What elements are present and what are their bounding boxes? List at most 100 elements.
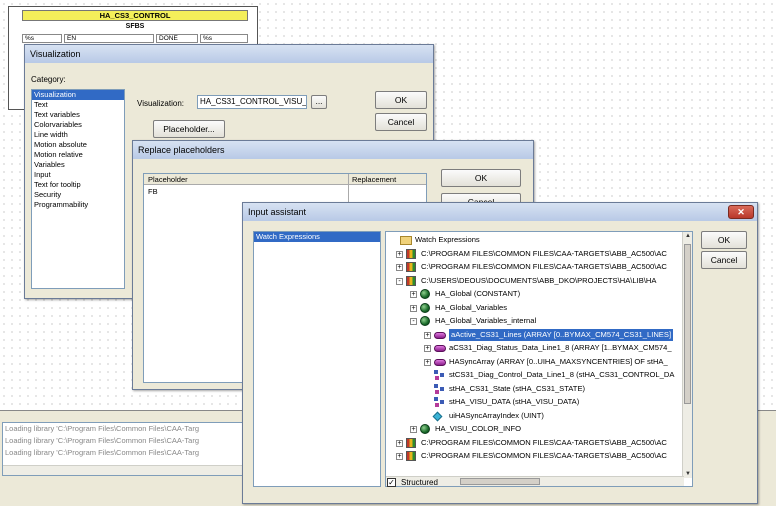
placeholder-cell[interactable]: FB xyxy=(148,187,158,196)
placeholder-button[interactable]: Placeholder... xyxy=(153,120,225,138)
input-assistant-cancel-button[interactable]: Cancel xyxy=(701,251,747,269)
array-icon xyxy=(434,331,446,339)
visualization-name-field[interactable]: HA_CS31_CONTROL_VISU_ xyxy=(197,95,307,109)
message-line: Loading library 'C:\Program Files\Common… xyxy=(5,424,199,433)
tree-item-label: aCS31_Diag_Status_Data_Line1_8 (ARRAY [1… xyxy=(449,343,672,352)
tree-item-label: stHA_CS31_State (stHA_CS31_STATE) xyxy=(449,383,586,393)
category-list-left[interactable]: Watch Expressions xyxy=(253,231,381,487)
category-label: Category: xyxy=(31,75,66,84)
function-block-subtitle: SFBS xyxy=(125,23,145,30)
expand-icon[interactable]: + xyxy=(424,331,431,339)
library-book-icon xyxy=(406,275,416,286)
tree-item-label: Watch Expressions xyxy=(415,235,480,244)
fb-cell-en: EN xyxy=(64,34,154,43)
browse-button[interactable]: ... xyxy=(311,95,327,109)
tree-vscrollbar[interactable]: ▲ ▼ xyxy=(682,232,692,478)
category-item[interactable]: Colorvariables xyxy=(32,120,124,130)
replace-ok-button[interactable]: OK xyxy=(441,169,521,187)
tree-item[interactable]: uiHASyncArrayIndex (UINT) xyxy=(386,410,682,423)
tree-hscroll-thumb[interactable] xyxy=(460,478,540,485)
structured-checkbox[interactable]: ✓ xyxy=(387,478,396,487)
tree-item-label: stCS31_Diag_Control_Data_Line1_8 (stHA_C… xyxy=(449,370,675,379)
tree-item-label: C:\PROGRAM FILES\COMMON FILES\CAA-TARGET… xyxy=(421,248,667,258)
folder-icon xyxy=(400,236,412,245)
message-log-hscrollbar[interactable] xyxy=(3,465,251,475)
expand-icon[interactable]: + xyxy=(410,426,417,433)
expand-icon[interactable]: + xyxy=(396,250,403,258)
library-book-icon xyxy=(406,248,416,259)
visualization-cancel-button[interactable]: Cancel xyxy=(375,113,427,131)
tree-item[interactable]: stHA_CS31_State (stHA_CS31_STATE) xyxy=(386,383,682,396)
col-replacement-header[interactable]: Replacement xyxy=(352,175,396,184)
watch-expressions-item[interactable]: Watch Expressions xyxy=(254,232,380,242)
category-item[interactable]: Motion relative xyxy=(32,150,124,160)
input-assistant-dialog: Input assistant ✕ Watch Expressions Watc… xyxy=(242,202,758,504)
tree-item[interactable]: + C:\PROGRAM FILES\COMMON FILES\CAA-TARGE… xyxy=(386,437,682,450)
uint-diamond-icon xyxy=(432,411,443,421)
tree-item-label: C:\USERS\DEOUS\DOCUMENTS\ABB_DKO\PROJECT… xyxy=(421,275,657,285)
category-item[interactable]: Programmability xyxy=(32,200,124,210)
expand-icon[interactable]: + xyxy=(396,264,403,271)
scroll-up-icon[interactable]: ▲ xyxy=(683,233,692,239)
expand-icon[interactable]: + xyxy=(396,453,403,460)
scroll-down-icon[interactable]: ▼ xyxy=(683,471,692,477)
message-line: Loading library 'C:\Program Files\Common… xyxy=(5,448,199,457)
tree-item[interactable]: + aCS31_Diag_Status_Data_Line1_8 (ARRAY [… xyxy=(386,342,682,355)
tree-item[interactable]: stHA_VISU_DATA (stHA_VISU_DATA) xyxy=(386,396,682,409)
structured-label: Structured xyxy=(401,478,438,487)
category-item[interactable]: Text xyxy=(32,100,124,110)
category-item[interactable]: Text for tooltip xyxy=(32,180,124,190)
tree-item[interactable]: + C:\PROGRAM FILES\COMMON FILES\CAA-TARGE… xyxy=(386,261,682,274)
library-book-icon xyxy=(406,262,416,272)
tree-item[interactable]: - HA_Global_Variables_internal xyxy=(386,315,682,328)
tree-item-label: HA_VISU_COLOR_INFO xyxy=(435,424,522,433)
collapse-icon[interactable]: - xyxy=(410,318,417,325)
library-book-icon xyxy=(406,437,416,448)
tree-item[interactable]: + C:\PROGRAM FILES\COMMON FILES\CAA-TARGE… xyxy=(386,248,682,261)
tree-vscroll-thumb[interactable] xyxy=(684,244,691,404)
tree-item[interactable]: + C:\PROGRAM FILES\COMMON FILES\CAA-TARGE… xyxy=(386,450,682,463)
message-log[interactable]: Loading library 'C:\Program Files\Common… xyxy=(2,422,252,476)
expand-icon[interactable]: + xyxy=(410,304,417,312)
tree-item[interactable]: stCS31_Diag_Control_Data_Line1_8 (stHA_C… xyxy=(386,369,682,382)
tree-item[interactable]: Watch Expressions xyxy=(386,234,682,247)
expand-icon[interactable]: + xyxy=(396,439,403,447)
message-line: Loading library 'C:\Program Files\Common… xyxy=(5,436,199,445)
globe-icon xyxy=(420,316,430,326)
category-item[interactable]: Text variables xyxy=(32,110,124,120)
category-item[interactable]: Line width xyxy=(32,130,124,140)
expand-icon[interactable]: + xyxy=(424,358,431,366)
close-icon[interactable]: ✕ xyxy=(728,205,754,219)
visualization-dialog-title: Visualization xyxy=(25,45,433,63)
struct-icon xyxy=(434,397,444,407)
tree-item-label: C:\PROGRAM FILES\COMMON FILES\CAA-TARGET… xyxy=(421,437,667,447)
expand-icon[interactable]: + xyxy=(424,345,431,352)
tree-item[interactable]: - C:\USERS\DEOUS\DOCUMENTS\ABB_DKO\PROJEC… xyxy=(386,275,682,288)
category-item[interactable]: Motion absolute xyxy=(32,140,124,150)
tree-item-label: HASyncArray (ARRAY [0..UIHA_MAXSYNCENTRI… xyxy=(449,356,668,366)
tree-item[interactable]: + HASyncArray (ARRAY [0..UIHA_MAXSYNCENTR… xyxy=(386,356,682,369)
tree-item[interactable]: + HA_Global_Variables xyxy=(386,302,682,315)
category-item[interactable]: Variables xyxy=(32,160,124,170)
category-item[interactable]: Input xyxy=(32,170,124,180)
tree-item[interactable]: + HA_VISU_COLOR_INFO xyxy=(386,423,682,436)
input-assistant-ok-button[interactable]: OK xyxy=(701,231,747,249)
tree-item[interactable]: + aActive_CS31_Lines (ARRAY [0..BYMAX_CM5… xyxy=(386,328,682,342)
category-list[interactable]: Visualization Text Text variables Colorv… xyxy=(31,89,125,289)
visualization-ok-button[interactable]: OK xyxy=(375,91,427,109)
expand-icon[interactable]: + xyxy=(410,291,417,298)
tree-item-label: uiHASyncArrayIndex (UINT) xyxy=(449,410,544,420)
collapse-icon[interactable]: - xyxy=(396,277,403,285)
fb-cell-done: DONE xyxy=(156,34,198,43)
category-item[interactable]: Security xyxy=(32,190,124,200)
category-item[interactable]: Visualization xyxy=(32,90,124,100)
col-placeholder-header[interactable]: Placeholder xyxy=(148,175,188,184)
variable-tree[interactable]: Watch Expressions + C:\PROGRAM FILES\COMMO… xyxy=(385,231,693,487)
tree-item[interactable]: + HA_Global (CONSTANT) xyxy=(386,288,682,301)
tree-item-label: C:\PROGRAM FILES\COMMON FILES\CAA-TARGET… xyxy=(421,451,667,460)
tree-content: Watch Expressions + C:\PROGRAM FILES\COMMO… xyxy=(386,234,682,474)
globe-icon xyxy=(420,289,430,299)
array-icon xyxy=(434,345,446,352)
function-block-title: HA_CS3_CONTROL xyxy=(22,10,248,21)
tree-item-label: stHA_VISU_DATA (stHA_VISU_DATA) xyxy=(449,397,580,406)
